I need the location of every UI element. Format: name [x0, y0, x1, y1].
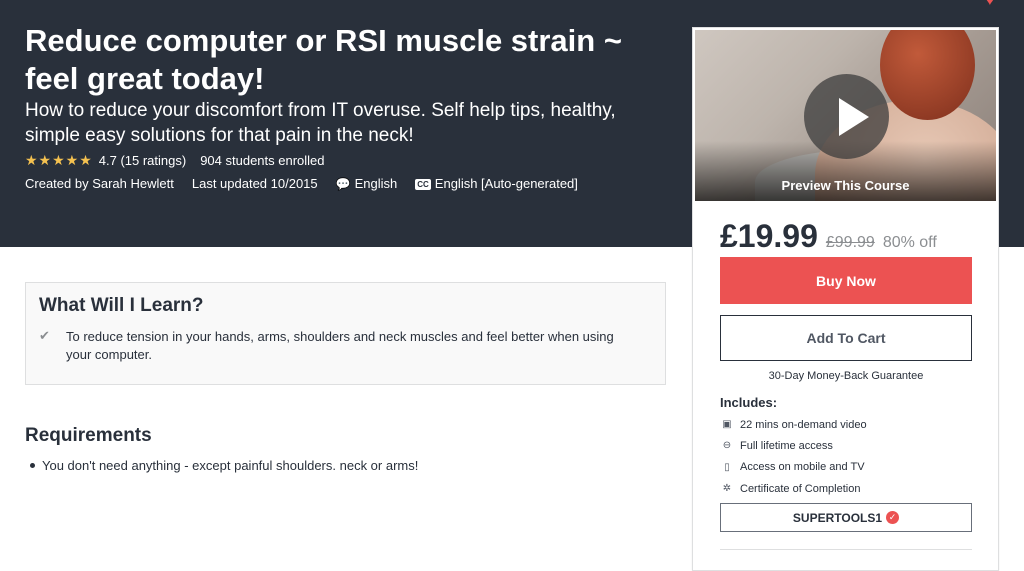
check-icon: ✔	[39, 328, 50, 343]
enrolled-count: 904 students enrolled	[200, 153, 325, 168]
what-will-i-learn-box: What Will I Learn? ✔ To reduce tension i…	[25, 282, 666, 385]
captions: CC English [Auto-generated]	[415, 176, 578, 191]
includes-list: ▣ 22 mins on-demand video ⊖ Full lifetime …	[720, 414, 867, 499]
include-text: Full lifetime access	[740, 439, 833, 452]
infinity-icon: ⊖	[722, 440, 732, 452]
add-to-cart-button[interactable]: Add To Cart	[720, 315, 972, 361]
include-text: Access on mobile and TV	[740, 461, 865, 474]
list-item: ▣ 22 mins on-demand video	[720, 414, 867, 435]
play-button[interactable]	[804, 74, 889, 159]
purchase-sidebar: Preview This Course £19.99 £99.99 80% of…	[692, 27, 999, 571]
course-preview-video[interactable]: Preview This Course	[695, 30, 996, 201]
discount-label: 80% off	[882, 234, 937, 251]
star-rating-icon: ★★★★★	[25, 152, 93, 168]
requirements-title: Requirements	[25, 425, 152, 446]
current-price: £19.99	[720, 218, 818, 254]
wishlist-icon[interactable]: ♥	[986, 0, 994, 8]
requirement-text: You don't need anything - except painful…	[42, 458, 419, 473]
course-subtitle: How to reduce your discomfort from IT ov…	[25, 100, 616, 146]
bullet-icon	[30, 463, 35, 468]
learn-item-text: To reduce tension in your hands, arms, s…	[66, 329, 614, 362]
speech-bubble-icon: 💬	[335, 177, 351, 191]
list-item: You don't need anything - except painful…	[30, 458, 418, 473]
last-updated: Last updated 10/2015	[191, 176, 318, 191]
include-text: 22 mins on-demand video	[740, 418, 867, 431]
include-text: Certificate of Completion	[740, 482, 861, 495]
preview-label: Preview This Course	[781, 178, 910, 193]
divider	[720, 549, 972, 550]
guarantee-text: 30-Day Money-Back Guarantee	[768, 370, 924, 382]
mobile-icon: ▯	[724, 461, 730, 473]
rating-text: 4.7 (15 ratings)	[98, 153, 187, 168]
course-title: Reduce computer or RSI muscle strain ~ f…	[25, 23, 622, 96]
rating-row: ★★★★★ 4.7 (15 ratings) 904 students enro…	[25, 152, 325, 169]
instructor-name[interactable]: Created by Sarah Hewlett	[25, 176, 174, 191]
includes-title: Includes:	[720, 395, 778, 410]
play-icon	[839, 98, 869, 136]
check-circle-icon: ✓	[886, 511, 900, 524]
closed-caption-icon: CC	[415, 179, 431, 191]
coupon-code-badge[interactable]: SUPERTOOLS1 ✓	[720, 503, 972, 532]
captions-label: English [Auto-generated]	[434, 176, 578, 191]
language-label: English	[354, 176, 398, 191]
price-row: £19.99 £99.99 80% off	[720, 218, 937, 255]
buy-now-button[interactable]: Buy Now	[720, 257, 972, 304]
language: 💬 English	[336, 176, 398, 191]
certificate-icon: ✲	[722, 483, 732, 495]
list-item: ⊖ Full lifetime access	[720, 435, 867, 456]
original-price: £99.99	[825, 234, 875, 251]
course-meta: Created by Sarah Hewlett Last updated 10…	[25, 176, 578, 191]
learn-item: ✔ To reduce tension in your hands, arms,…	[39, 328, 639, 364]
list-item: ▯ Access on mobile and TV	[720, 457, 867, 478]
coupon-code: SUPERTOOLS1	[792, 510, 883, 525]
list-item: ✲ Certificate of Completion	[720, 478, 867, 499]
learn-title: What Will I Learn?	[39, 295, 204, 316]
requirements-list: You don't need anything - except painful…	[30, 458, 418, 473]
video-icon: ▣	[722, 419, 732, 431]
